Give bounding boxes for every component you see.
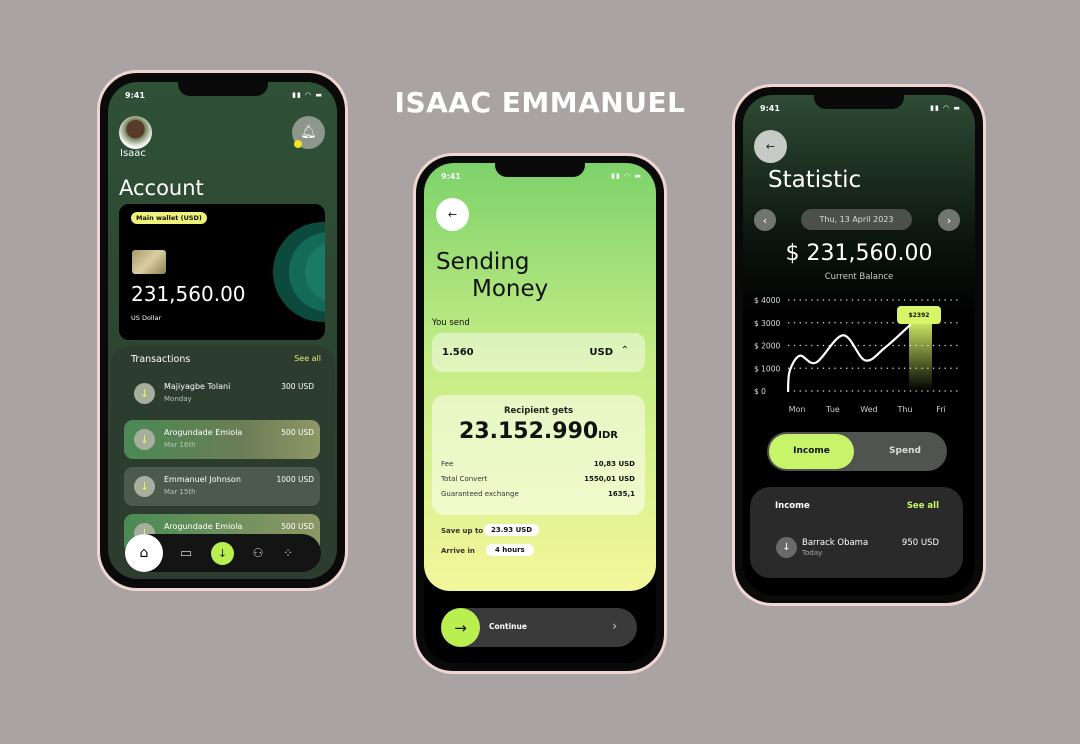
chevron-up-icon[interactable]: ⌃: [621, 345, 629, 356]
card-currency: US Dollar: [131, 314, 162, 322]
balance-label: Current Balance: [824, 272, 894, 282]
detail-value: 10,83 USD: [593, 460, 635, 468]
toggle-spend[interactable]: Spend: [865, 434, 945, 469]
arrow-down-icon: ↓: [134, 476, 155, 497]
toggle-income[interactable]: Income: [769, 434, 854, 469]
save-value: 23.93 USD: [484, 524, 540, 536]
wallet-badge: Main wallet (USD): [131, 212, 207, 224]
see-all-link[interactable]: See all: [294, 354, 321, 363]
wallet-card[interactable]: Main wallet (USD) 231,560.00 US Dollar: [119, 204, 325, 340]
contacts-icon[interactable]: ⚇: [247, 542, 269, 564]
x-tick-label: Tue: [825, 405, 840, 414]
you-send-input[interactable]: 1.560 USD ⌃: [432, 333, 645, 372]
card-chip: [132, 250, 166, 274]
receive-icon[interactable]: ↓: [211, 542, 234, 565]
y-tick-label: $ 0: [754, 387, 766, 396]
income-panel: Income See all ↓ Barrack Obama Today 950…: [750, 487, 963, 578]
back-button[interactable]: ←: [754, 130, 787, 163]
next-date-button[interactable]: ›: [938, 209, 960, 231]
bottom-nav: ⌂ ▭ ↓ ⚇ ⁘: [125, 534, 321, 572]
detail-value: 1635,1: [607, 490, 635, 498]
status-icons: ▮▮ ◠ ▬: [611, 172, 642, 180]
recipient-amount: 23.152.990IDR: [432, 419, 645, 444]
back-button[interactable]: ←: [436, 198, 469, 231]
continue-label: Continue: [489, 622, 527, 631]
prev-date-button[interactable]: ‹: [754, 209, 776, 231]
arrow-right-icon: →: [441, 608, 480, 647]
home-icon[interactable]: ⌂: [125, 534, 163, 572]
arrow-down-icon: ↓: [776, 537, 797, 558]
detail-value: 1550,01 USD: [584, 475, 635, 483]
arrive-label: Arrive in: [441, 547, 475, 555]
avatar[interactable]: [119, 116, 152, 149]
detail-label: Fee: [441, 460, 454, 468]
page-title-line2: Money: [472, 276, 549, 302]
arrive-value: 4 hours: [486, 544, 534, 556]
page-title-line1: Sending: [436, 249, 530, 275]
income-line: [786, 323, 912, 393]
recipient-amount-value: 23.152.990: [459, 419, 599, 444]
income-chart: $ 4000 $ 3000 $ 2000 $ 1000 $ 0 Mon Tue Wed Thu F…: [754, 296, 958, 414]
status-time: 9:41: [125, 91, 145, 100]
transaction-row[interactable]: ↓ Emmanuel Johnson Mar 15th 1000 USD: [124, 467, 320, 506]
y-tick-label: $ 4000: [754, 296, 780, 305]
save-label: Save up to: [441, 527, 484, 535]
transaction-row[interactable]: ↓ Majiyagbe Tolani Monday 300 USD: [124, 374, 320, 413]
date-pill: Thu, 13 April 2023: [801, 209, 912, 230]
continue-button[interactable]: → Continue ›: [441, 608, 637, 647]
phone-statistic: 9:41 ▮▮ ◠ ▬ ← Statistic ‹ Thu, 13 April …: [732, 84, 986, 606]
y-tick-label: $ 1000: [754, 364, 780, 373]
apps-icon[interactable]: ⁘: [277, 542, 299, 564]
page-title: Statistic: [768, 167, 862, 193]
page-title: Account: [119, 176, 204, 200]
amount-value: 1.560: [442, 347, 474, 358]
currency-select[interactable]: USD: [589, 347, 613, 358]
recipient-label: Recipient gets: [503, 406, 574, 416]
detail-label: Guaranteed exchange: [441, 490, 519, 498]
you-send-label: You send: [432, 318, 470, 328]
tooltip-value: $2392: [909, 312, 930, 319]
income-name: Barrack Obama: [802, 538, 869, 548]
transaction-row[interactable]: ↓ Arogundade Emiola Mar 16th 500 USD: [124, 420, 320, 459]
arrow-down-icon: ↓: [134, 383, 155, 404]
transactions-title: Transactions: [131, 354, 191, 365]
card-balance: 231,560.00: [131, 282, 246, 306]
card-icon[interactable]: ▭: [175, 542, 197, 564]
x-tick-label: Thu: [896, 405, 912, 414]
income-spend-toggle[interactable]: Income Spend: [767, 432, 947, 471]
status-time: 9:41: [760, 104, 780, 113]
recipient-currency: IDR: [598, 430, 618, 441]
balance: $ 231,560.00: [785, 241, 933, 266]
x-tick-label: Wed: [860, 405, 877, 414]
user-name: Isaac: [120, 148, 146, 159]
arrow-down-icon: ↓: [134, 429, 155, 450]
phone-sending-money: 9:41 ▮▮ ◠ ▬ ← Sending Money You send 1.5…: [413, 153, 667, 674]
notification-dot: [294, 140, 302, 148]
recipient-box: Recipient gets 23.152.990IDR Fee 10,83 U…: [432, 395, 645, 515]
status-time: 9:41: [441, 172, 461, 181]
income-date: Today: [802, 549, 823, 557]
phone-account: 9:41 ▮▮ ◠ ▬ Isaac 🔔︎ Account Main wallet…: [97, 70, 348, 591]
see-all-link[interactable]: See all: [907, 501, 939, 511]
income-amount: 950 USD: [901, 538, 939, 548]
x-tick-label: Mon: [789, 405, 806, 414]
status-icons: ▮▮ ◠ ▬: [930, 104, 961, 112]
income-panel-title: Income: [775, 501, 810, 511]
y-tick-label: $ 2000: [754, 342, 780, 351]
x-tick-label: Fri: [936, 405, 946, 414]
highlight-bar: [909, 318, 932, 391]
status-icons: ▮▮ ◠ ▬: [292, 91, 323, 99]
detail-label: Total Convert: [441, 475, 488, 483]
chevron-right-icon: ›: [612, 619, 617, 633]
y-tick-label: $ 3000: [754, 319, 780, 328]
